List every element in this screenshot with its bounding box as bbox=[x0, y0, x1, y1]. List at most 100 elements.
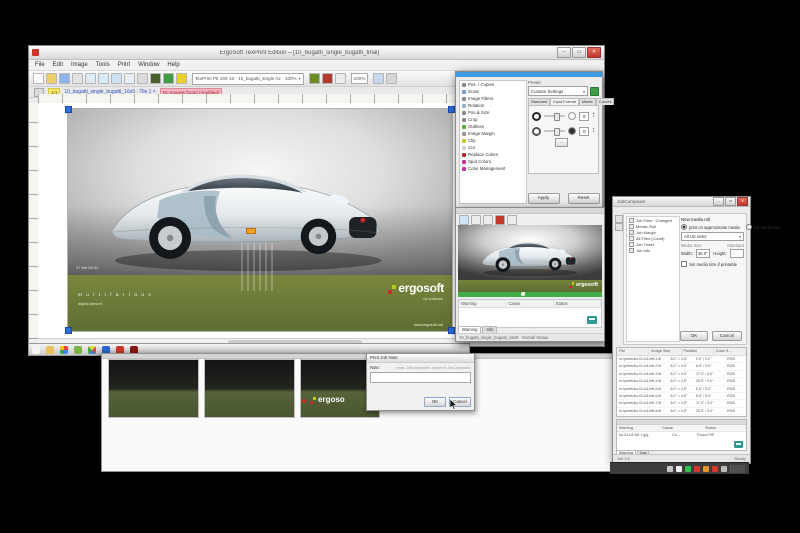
media-size-checkbox[interactable]: Set media size if printable bbox=[681, 261, 744, 267]
radio-roll-media[interactable]: roll media size bbox=[746, 224, 781, 230]
file-row[interactable]: m:\prints\bu-01-b4-left-2.tif 8.0" × 4.5… bbox=[617, 363, 746, 370]
menu-item[interactable]: Tools bbox=[96, 62, 110, 68]
toolbar-icon[interactable] bbox=[33, 73, 44, 84]
column-header[interactable]: Color S… bbox=[714, 348, 746, 355]
preview-tool-icon[interactable] bbox=[471, 215, 481, 225]
preview-tab[interactable]: Info bbox=[482, 326, 497, 333]
menu-item[interactable]: Image bbox=[71, 62, 88, 68]
warning-row[interactable]: bu-01-b4-left-1.jpg Co… Found RIP bbox=[617, 432, 746, 438]
toolbar-icon[interactable] bbox=[46, 73, 57, 84]
menu-item[interactable]: Print bbox=[118, 62, 130, 68]
spinner-icon[interactable]: ▲▼ bbox=[592, 113, 595, 118]
dock-button[interactable] bbox=[615, 215, 623, 223]
preview-tool-icon[interactable] bbox=[495, 215, 505, 225]
slider-thumb[interactable] bbox=[554, 128, 560, 136]
preview-tool-icon[interactable] bbox=[459, 215, 469, 225]
settings-tree-item[interactable]: Rotation bbox=[460, 102, 526, 109]
more-options-button[interactable]: … bbox=[555, 138, 568, 147]
toolbar-icon[interactable] bbox=[163, 73, 174, 84]
settings-tree-item[interactable]: Image Margin bbox=[460, 130, 526, 137]
settings-tab[interactable]: Matrix bbox=[579, 98, 596, 105]
toolbar-icon[interactable] bbox=[150, 73, 161, 84]
tray-icon[interactable] bbox=[676, 466, 682, 472]
preview-image[interactable]: ergosoft bbox=[458, 225, 602, 292]
menu-item[interactable]: Window bbox=[138, 62, 159, 68]
printer-environment-combo[interactable]: TexPrint P5 160-16 · 10_bugatti_single A… bbox=[192, 73, 304, 85]
taskbar-app-icon[interactable] bbox=[46, 346, 54, 354]
column-header[interactable]: Image Size bbox=[649, 348, 681, 355]
printer-icon[interactable] bbox=[587, 316, 597, 324]
dock-button[interactable] bbox=[615, 223, 623, 231]
taskbar-app-icon[interactable] bbox=[32, 346, 40, 354]
column-header[interactable]: Position bbox=[682, 348, 714, 355]
file-row[interactable]: m:\prints\bu-01-b4-left-8.tif 8.0" × 4.5… bbox=[617, 408, 746, 415]
preset-select[interactable]: Custom Settings ▾ bbox=[528, 86, 588, 96]
composer-title-bar[interactable]: JobComposer – ▭ ✕ bbox=[613, 197, 750, 207]
settings-tab[interactable]: Curves bbox=[596, 98, 615, 105]
toolbar-icon[interactable] bbox=[322, 73, 333, 84]
settings-tree-item[interactable]: Clip bbox=[460, 137, 526, 144]
spinner-icon[interactable]: ▲▼ bbox=[592, 128, 595, 133]
settings-tree-item[interactable]: Pos & Size bbox=[460, 109, 526, 116]
cancel-button[interactable]: Cancel bbox=[712, 331, 742, 341]
column-header[interactable]: Cause bbox=[660, 425, 703, 431]
tree-expand-icon[interactable] bbox=[629, 218, 634, 223]
slider-thumb[interactable] bbox=[554, 113, 560, 121]
file-row[interactable]: m:\prints\bu-01-b4-left-6.tif 8.0" × 4.5… bbox=[617, 393, 746, 400]
tile-thumbnail[interactable] bbox=[204, 359, 295, 418]
toolbar-icon[interactable] bbox=[386, 73, 397, 84]
toolbar-icon[interactable] bbox=[98, 73, 109, 84]
reset-button[interactable]: Reset bbox=[568, 193, 600, 204]
slider-value[interactable]: 0 bbox=[579, 127, 589, 136]
height-field[interactable] bbox=[730, 249, 744, 258]
selection-handle[interactable] bbox=[448, 106, 455, 113]
ok-button[interactable]: OK bbox=[680, 331, 708, 341]
settings-tree-item[interactable]: Color Management bbox=[460, 165, 526, 172]
ok-button[interactable]: OK bbox=[424, 397, 446, 407]
minimize-button[interactable]: – bbox=[557, 47, 571, 58]
media-size-select[interactable]: All US sizes ▾ bbox=[681, 232, 744, 241]
tray-icon[interactable] bbox=[721, 466, 727, 472]
column-header[interactable]: Status bbox=[703, 425, 746, 431]
printer-icon[interactable] bbox=[734, 441, 743, 448]
close-button[interactable]: ✕ bbox=[737, 197, 748, 206]
preview-tool-icon[interactable] bbox=[507, 215, 517, 225]
menu-item[interactable]: File bbox=[35, 62, 45, 68]
tray-icon[interactable] bbox=[667, 466, 673, 472]
slider-value[interactable]: 0 bbox=[579, 112, 589, 121]
note-input[interactable] bbox=[370, 372, 471, 383]
selection-handle[interactable] bbox=[65, 327, 72, 334]
column-header[interactable]: Status bbox=[554, 300, 601, 307]
settings-tree-item[interactable]: Crop bbox=[460, 116, 526, 123]
radio-approximate-media[interactable]: print on approximate media bbox=[681, 224, 740, 230]
toolbar-icon[interactable] bbox=[137, 73, 148, 84]
tree-expand-icon[interactable] bbox=[629, 230, 634, 235]
toolbar-icon[interactable] bbox=[176, 73, 187, 84]
dialog-title-bar[interactable] bbox=[456, 72, 602, 77]
preview-tab[interactable]: Warning bbox=[458, 326, 481, 333]
tray-icon[interactable] bbox=[694, 466, 700, 472]
tree-expand-icon[interactable] bbox=[629, 224, 634, 229]
selection-handle[interactable] bbox=[65, 106, 72, 113]
maximize-button[interactable]: ▭ bbox=[572, 47, 586, 58]
taskbar-app-icon[interactable] bbox=[74, 346, 82, 354]
column-header[interactable]: Warning bbox=[617, 425, 660, 431]
taskbar-clock-area[interactable] bbox=[730, 465, 745, 473]
tree-expand-icon[interactable] bbox=[629, 236, 634, 241]
column-header[interactable]: Cause bbox=[506, 300, 553, 307]
selection-anchor[interactable] bbox=[246, 228, 256, 234]
tray-icon[interactable] bbox=[703, 466, 709, 472]
toolbar-icon[interactable] bbox=[373, 73, 384, 84]
file-row[interactable]: m:\prints\bu-01-b4-left-5.tif 8.0" × 4.5… bbox=[617, 386, 746, 393]
slider-reset-button[interactable] bbox=[568, 112, 576, 120]
column-header[interactable]: File bbox=[617, 348, 649, 355]
settings-tree-item[interactable]: Image Filters bbox=[460, 95, 526, 102]
menu-item[interactable]: Edit bbox=[53, 62, 63, 68]
file-row[interactable]: m:\prints\bu-01-b4-left-7.tif 8.0" × 4.5… bbox=[617, 400, 746, 407]
brightness-slider[interactable] bbox=[544, 115, 565, 117]
tray-icon[interactable] bbox=[712, 466, 718, 472]
close-button[interactable]: ✕ bbox=[587, 47, 601, 58]
toolbar-icon[interactable] bbox=[124, 73, 135, 84]
menu-item[interactable]: Help bbox=[167, 62, 179, 68]
file-row[interactable]: m:\prints\bu-01-b4-left-3.tif 8.0" × 4.5… bbox=[617, 371, 746, 378]
